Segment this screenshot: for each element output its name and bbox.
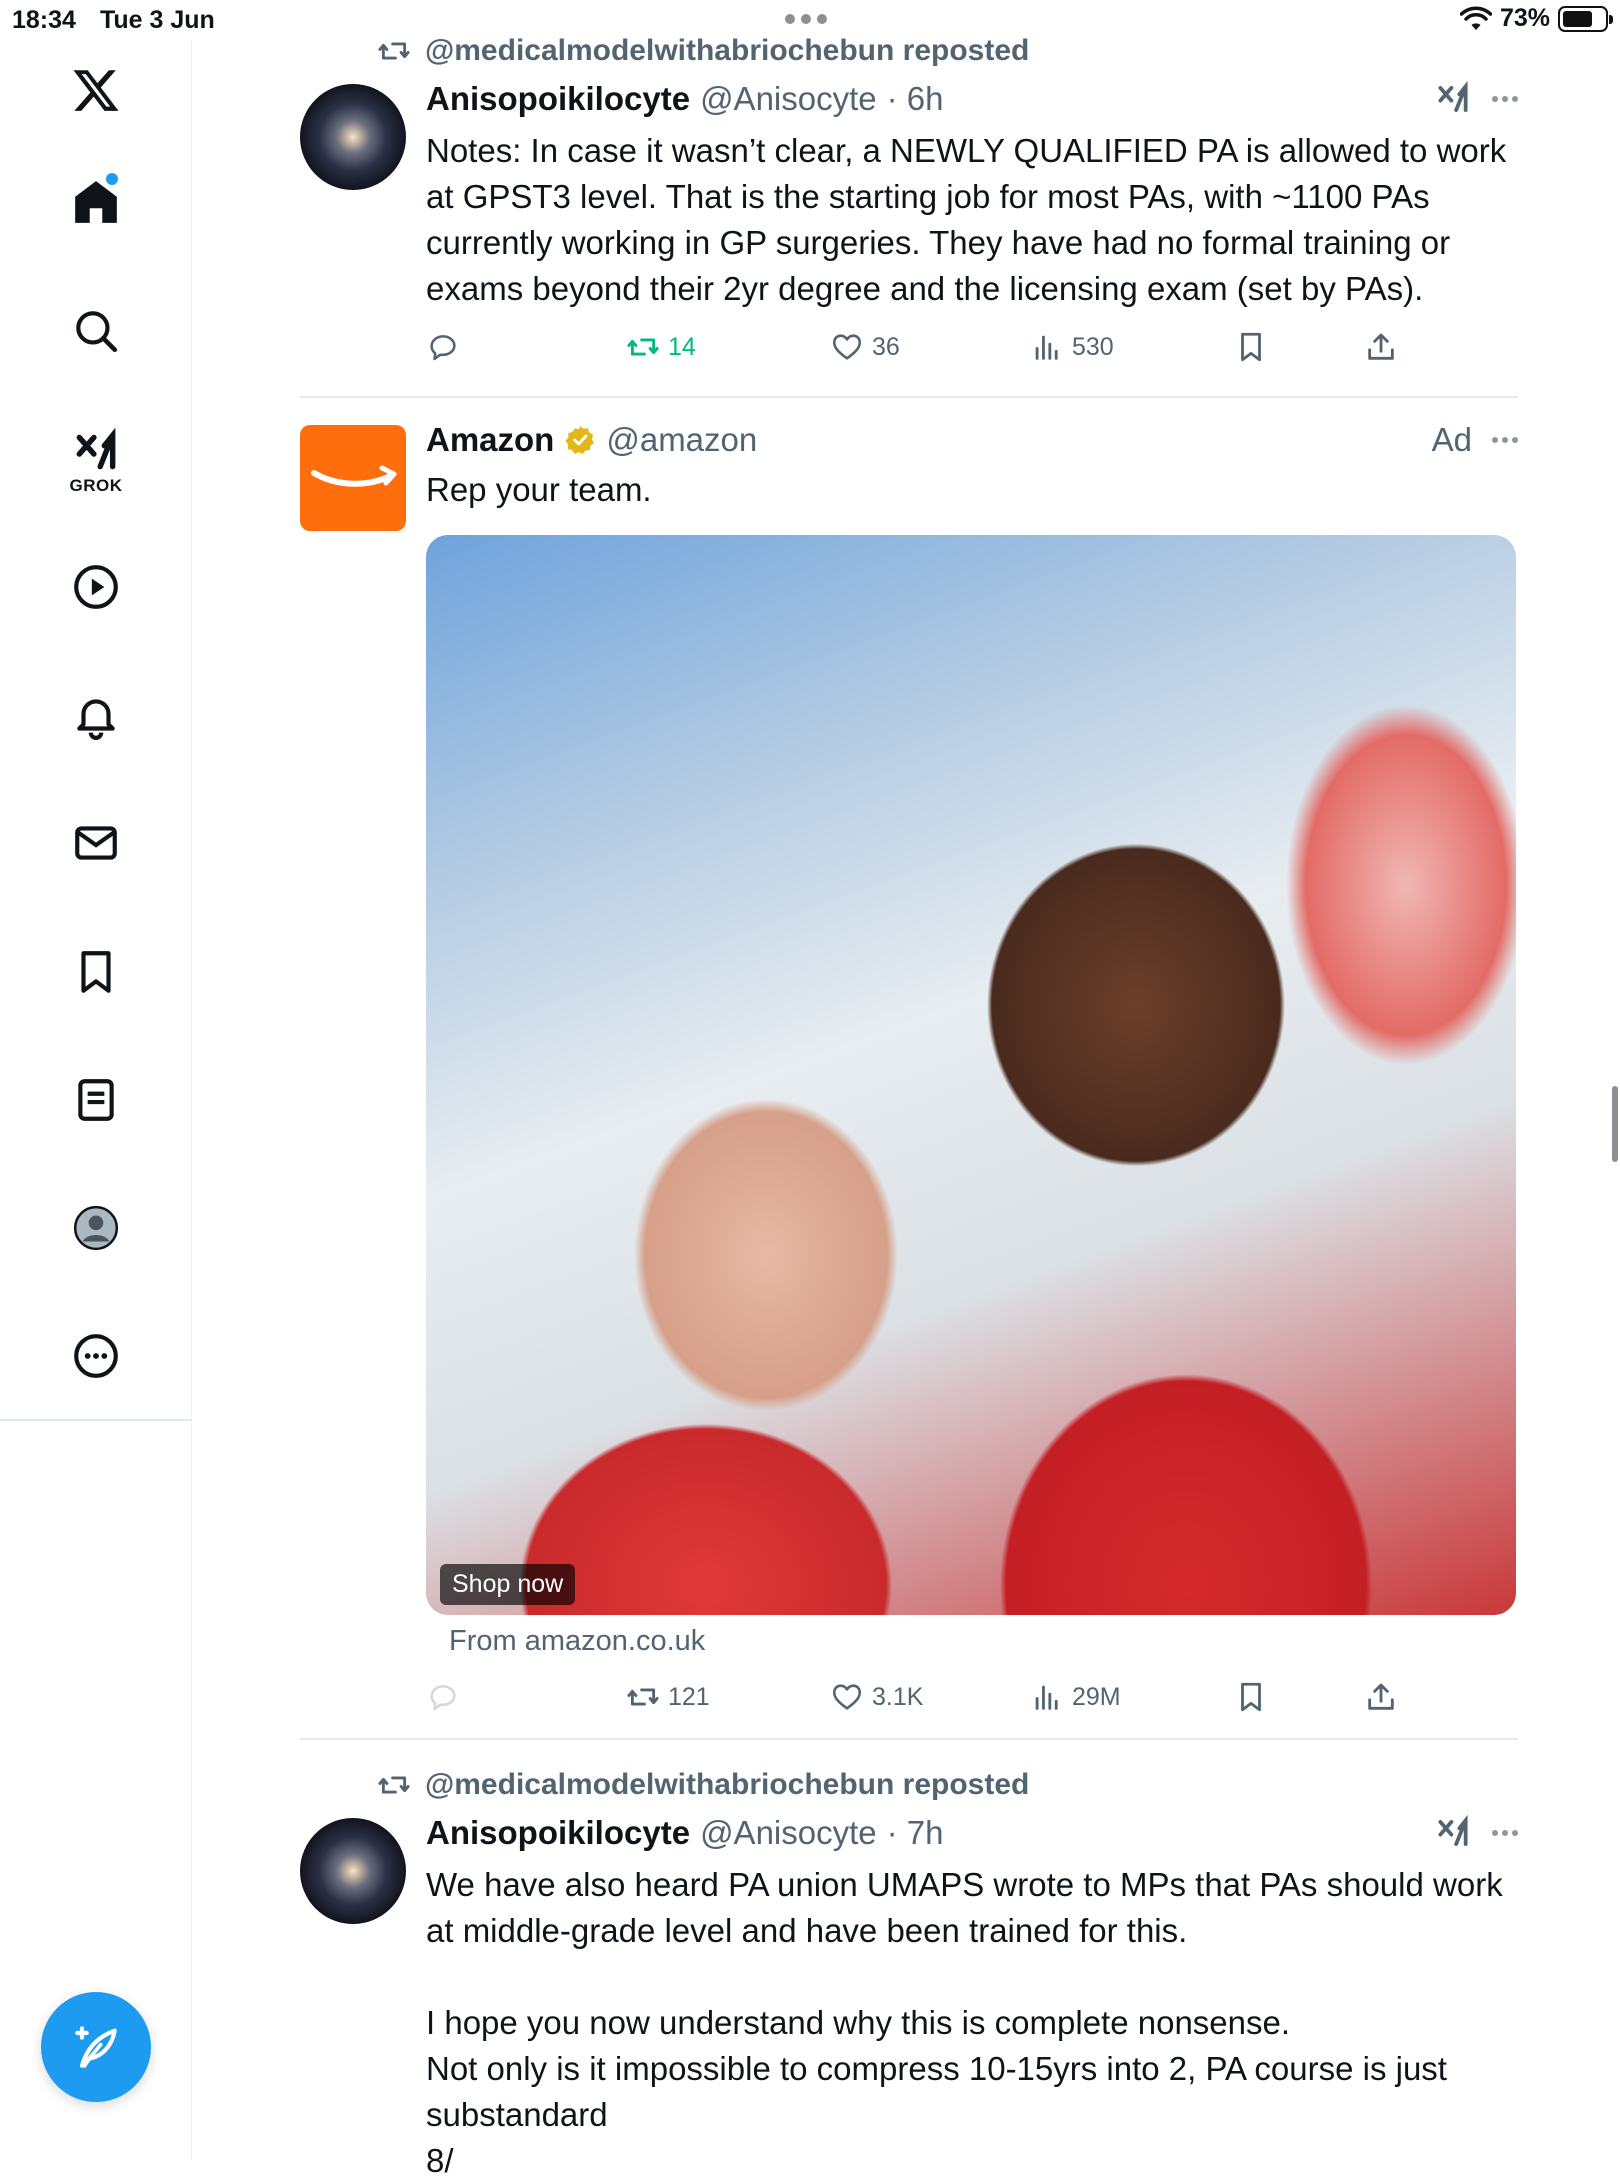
- wifi-icon: [1459, 6, 1492, 30]
- compose-post-icon: [75, 2026, 117, 2068]
- repost-count: 14: [668, 332, 696, 361]
- sidebar-divider: [0, 1419, 192, 1421]
- compose-post-button[interactable]: [41, 1992, 151, 2102]
- post-header: Anisopoikilocyte @Anisocyte · 7h: [426, 1814, 944, 1852]
- post-actions: 121 3.1K 29M: [426, 1680, 1426, 1720]
- post-top-right: [1434, 80, 1518, 118]
- repost-icon: [627, 1688, 659, 1706]
- more-options-icon[interactable]: [1492, 437, 1518, 443]
- like-button[interactable]: 3.1K: [830, 1680, 923, 1714]
- reply-icon: [430, 1685, 456, 1711]
- views-icon: [1035, 335, 1058, 360]
- repost-count: 121: [668, 1682, 710, 1711]
- heart-icon: [832, 1684, 862, 1710]
- repost-button[interactable]: 14: [626, 330, 696, 364]
- post-text: Notes: In case it wasn’t clear, a NEWLY …: [426, 132, 1507, 307]
- ad-media-image[interactable]: Shop now: [426, 535, 1516, 1615]
- display-name[interactable]: Anisopoikilocyte: [426, 80, 690, 118]
- post-header: Amazon @amazon: [426, 421, 757, 459]
- post-top-right: [1434, 1814, 1518, 1852]
- status-time: 18:34: [12, 6, 76, 34]
- bookmark-icon: [1241, 1682, 1261, 1712]
- like-count: 36: [872, 332, 900, 361]
- reply-icon: [430, 335, 456, 361]
- post-time[interactable]: · 6h: [887, 80, 944, 118]
- messages-icon[interactable]: [66, 813, 126, 873]
- repost-by-label[interactable]: @medicalmodelwithabriochebun reposted: [425, 1768, 1029, 1802]
- reply-button[interactable]: [426, 330, 460, 364]
- repost-icon: [378, 1776, 410, 1794]
- x-logo-icon[interactable]: [66, 60, 126, 120]
- repost-icon: [378, 42, 410, 60]
- like-button[interactable]: 36: [830, 330, 900, 364]
- lists-icon[interactable]: [66, 1070, 126, 1130]
- repost-by-label[interactable]: @medicalmodelwithabriochebun reposted: [425, 34, 1029, 68]
- post-text: Rep your team.: [426, 471, 652, 508]
- battery-percent: 73%: [1499, 4, 1550, 32]
- post-divider: [300, 1738, 1518, 1740]
- user-handle[interactable]: @amazon: [606, 421, 757, 459]
- user-handle[interactable]: @Anisocyte: [700, 80, 877, 118]
- share-icon: [1368, 1683, 1394, 1710]
- grok-label: GROK: [69, 476, 123, 495]
- home-unread-dot: [106, 173, 118, 185]
- view-count: 530: [1072, 332, 1114, 361]
- notifications-icon[interactable]: [66, 686, 126, 746]
- views-button[interactable]: 29M: [1030, 1680, 1121, 1714]
- post-divider: [300, 396, 1518, 398]
- post-top-right: Ad: [1432, 421, 1518, 459]
- share-icon: [1368, 333, 1394, 360]
- status-date: Tue 3 Jun: [100, 6, 215, 34]
- post-actions: 14 36 530: [426, 330, 1426, 370]
- avatar[interactable]: [300, 1818, 406, 1924]
- views-icon: [1035, 1685, 1058, 1710]
- multitasking-dots[interactable]: [785, 14, 835, 26]
- amazon-smile-logo: [311, 465, 397, 487]
- share-button[interactable]: [1364, 330, 1398, 364]
- views-button[interactable]: 530: [1030, 330, 1114, 364]
- battery-icon: [1558, 5, 1613, 32]
- more-options-icon[interactable]: [1492, 1830, 1518, 1836]
- search-icon[interactable]: [66, 301, 126, 361]
- repost-indicator: @medicalmodelwithabriochebun reposted: [377, 1768, 1029, 1802]
- grok-icon[interactable]: [66, 422, 126, 482]
- view-count: 29M: [1072, 1682, 1121, 1711]
- grok-icon[interactable]: [1434, 1814, 1472, 1852]
- bookmark-button[interactable]: [1234, 1680, 1268, 1714]
- display-name[interactable]: Anisopoikilocyte: [426, 1814, 690, 1852]
- ad-source-link[interactable]: From amazon.co.uk: [449, 1625, 705, 1658]
- bookmark-button[interactable]: [1234, 330, 1268, 364]
- profile-icon[interactable]: [66, 1198, 126, 1258]
- bookmarks-icon[interactable]: [66, 942, 126, 1002]
- video-icon[interactable]: [66, 557, 126, 617]
- user-handle[interactable]: @Anisocyte: [700, 1814, 877, 1852]
- like-count: 3.1K: [872, 1682, 924, 1711]
- reply-button[interactable]: [426, 1680, 460, 1714]
- grok-icon[interactable]: [1434, 80, 1472, 118]
- heart-icon: [832, 334, 862, 360]
- scrollbar[interactable]: [1612, 1086, 1618, 1162]
- more-options-icon[interactable]: [1492, 96, 1518, 102]
- avatar[interactable]: [300, 84, 406, 190]
- amazon-avatar[interactable]: [300, 425, 406, 531]
- shop-now-button[interactable]: Shop now: [440, 1564, 576, 1605]
- repost-button[interactable]: 121: [626, 1680, 710, 1714]
- more-icon[interactable]: [66, 1326, 126, 1386]
- display-name[interactable]: Amazon: [426, 421, 554, 459]
- post-time[interactable]: · 7h: [887, 1814, 944, 1852]
- verified-gold-icon: [565, 426, 595, 454]
- repost-icon: [627, 338, 659, 356]
- repost-indicator: @medicalmodelwithabriochebun reposted: [377, 34, 1029, 68]
- post-header: Anisopoikilocyte @Anisocyte · 6h: [426, 80, 944, 118]
- status-right: 73%: [1459, 4, 1613, 33]
- post-text: We have also heard PA union UMAPS wrote …: [426, 1866, 1503, 2179]
- ad-label: Ad: [1431, 421, 1472, 458]
- share-button[interactable]: [1364, 1680, 1398, 1714]
- bookmark-icon: [1241, 332, 1261, 362]
